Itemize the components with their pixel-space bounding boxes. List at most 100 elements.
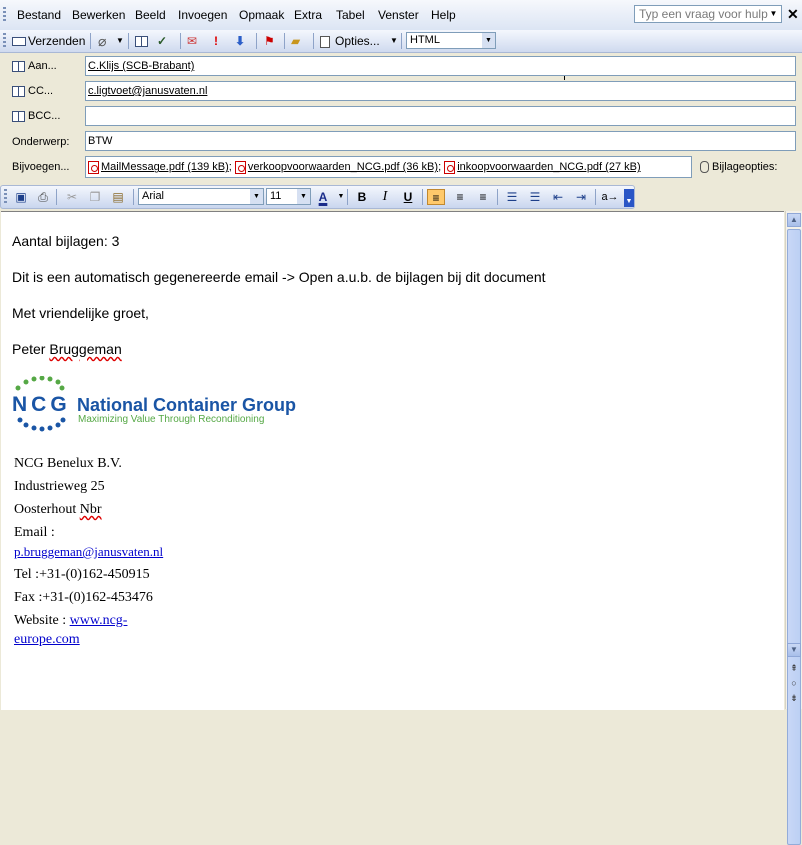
attach-button[interactable]: Bijvoegen... [12,161,69,173]
browse-controls: ⇞ ○ ⇟ [788,661,800,707]
bcc-button[interactable]: BCC... [12,110,60,122]
to-button[interactable]: Aan... [12,60,57,72]
signature-icon[interactable]: ✉ [187,33,197,49]
send-button[interactable]: Verzenden [12,33,85,49]
cut-icon[interactable]: ✂ [63,189,81,205]
chevron-down-icon[interactable]: ▼ [390,33,398,49]
toolbar-separator [347,189,348,205]
help-search-input[interactable]: Typ een vraag voor hulp ▼ [634,5,782,23]
options-button[interactable]: Opties... [320,33,380,49]
menu-grip[interactable] [3,7,6,23]
browse-object-icon[interactable]: ○ [788,676,800,691]
font-size-select[interactable]: 11 ▼ [266,188,311,205]
increase-indent-icon[interactable]: ⇥ [572,189,590,205]
toolbar-separator [128,33,129,49]
vertical-scrollbar[interactable]: ▲ ▼ ⇞ ○ ⇟ [785,211,802,845]
font-color-icon[interactable]: A [314,189,332,205]
menu-venster[interactable]: Venster [378,8,419,22]
to-recipient[interactable]: C.Klijs (SCB-Brabant) [88,60,194,72]
cc-button[interactable]: CC... [12,85,53,97]
attachment-name: verkoopvoorwaarden_NCG.pdf (36 kB) [247,161,439,174]
signature-email-label: Email : [14,525,55,540]
toolbar-options-chevron-icon[interactable]: ▼ [624,189,634,207]
toolbar-separator [313,33,314,49]
save-icon[interactable]: ▣ [12,189,30,205]
logo-ncg-text: NCG [12,393,71,416]
scroll-down-icon[interactable]: ▼ [787,643,801,657]
toolbar-separator [422,189,423,205]
paste-icon[interactable]: ▤ [109,189,127,205]
attachment-options-button[interactable]: Bijlageopties: [700,161,778,174]
menu-extra[interactable]: Extra [294,8,322,22]
menu-invoegen[interactable]: Invoegen [178,8,227,22]
message-format-value: HTML [410,34,440,46]
folder-icon[interactable]: ▰ [291,33,300,49]
decrease-indent-icon[interactable]: ⇤ [549,189,567,205]
copy-icon[interactable]: ❐ [86,189,104,205]
font-value: Arial [142,190,165,202]
website-link-part1[interactable]: www.ncg- [70,613,128,628]
address-book-icon [12,85,25,97]
importance-high-icon[interactable]: ! [214,33,218,49]
print-icon[interactable]: ⎙ [34,189,52,205]
help-search-placeholder: Typ een vraag voor hulp [639,7,768,21]
next-page-icon[interactable]: ⇟ [788,691,800,706]
underline-icon[interactable]: U [399,189,417,205]
menu-bewerken[interactable]: Bewerken [72,8,125,22]
close-icon[interactable]: ✕ [787,6,799,23]
bold-icon[interactable]: B [353,189,371,205]
attachment-item[interactable]: inkoopvoorwaarden_NCG.pdf (27 kB) [444,161,641,174]
message-format-select[interactable]: HTML ▼ [406,32,496,49]
attachment-options-label: Bijlageopties: [712,161,778,173]
chevron-down-icon[interactable]: ▼ [297,189,310,204]
options-icon [320,35,330,48]
name-first: Peter [12,341,46,357]
importance-low-icon[interactable]: ⬇ [235,33,245,49]
chevron-down-icon[interactable]: ▼ [482,33,495,48]
toolbar-grip[interactable] [3,33,6,49]
previous-page-icon[interactable]: ⇞ [788,661,800,676]
to-field[interactable]: C.Klijs (SCB-Brabant) [85,56,796,76]
signature-email-link[interactable]: p.bruggeman@janusvaten.nl [14,544,163,560]
toolbar-separator [256,33,257,49]
subject-field[interactable]: BTW [85,131,796,151]
cc-field[interactable]: c.ligtvoet@janusvaten.nl [85,81,796,101]
menu-help[interactable]: Help [431,8,456,22]
menu-bar: Bestand Bewerken Beeld Invoegen Opmaak E… [0,0,802,31]
chevron-down-icon[interactable]: ▼ [116,33,124,49]
signature-company: NCG Benelux B.V. [14,456,122,471]
subject-value: BTW [88,135,113,147]
flag-icon[interactable]: ⚑ [264,33,275,49]
toolbar-separator [497,189,498,205]
paperclip-icon[interactable]: ⌀ [98,33,106,49]
translate-icon[interactable]: a→ [601,189,619,205]
scroll-thumb[interactable] [787,229,801,845]
attachment-item[interactable]: verkoopvoorwaarden_NCG.pdf (36 kB); [234,161,444,174]
check-names-icon[interactable]: ✓ [157,33,167,49]
bcc-field[interactable] [85,106,796,126]
italic-icon[interactable]: I [376,189,394,205]
attachment-item[interactable]: MailMessage.pdf (139 kB); [88,161,235,174]
address-book-icon [12,110,25,122]
attachments-field[interactable]: MailMessage.pdf (139 kB); verkoopvoorwaa… [85,156,692,178]
scroll-up-icon[interactable]: ▲ [787,213,801,227]
cc-recipient[interactable]: c.ligtvoet@janusvaten.nl [88,85,207,97]
menu-beeld[interactable]: Beeld [135,8,166,22]
align-left-icon[interactable]: ≡ [427,189,445,205]
align-right-icon[interactable]: ≡ [474,189,492,205]
menu-opmaak[interactable]: Opmaak [239,8,284,22]
toolbar-grip[interactable] [4,189,7,205]
toolbar-separator [180,33,181,49]
chevron-down-icon[interactable]: ▼ [250,189,263,204]
align-center-icon[interactable]: ≡ [451,189,469,205]
chevron-down-icon[interactable]: ▼ [767,7,780,21]
website-link-part2[interactable]: europe.com [14,632,80,648]
address-book-icon[interactable] [135,33,151,49]
subject-label: Onderwerp: [12,136,70,148]
numbered-list-icon[interactable]: ☰ [503,189,521,205]
bullet-list-icon[interactable]: ☰ [526,189,544,205]
menu-bestand[interactable]: Bestand [17,8,61,22]
menu-tabel[interactable]: Tabel [336,8,365,22]
font-select[interactable]: Arial ▼ [138,188,264,205]
website-label: Website : [14,613,67,628]
